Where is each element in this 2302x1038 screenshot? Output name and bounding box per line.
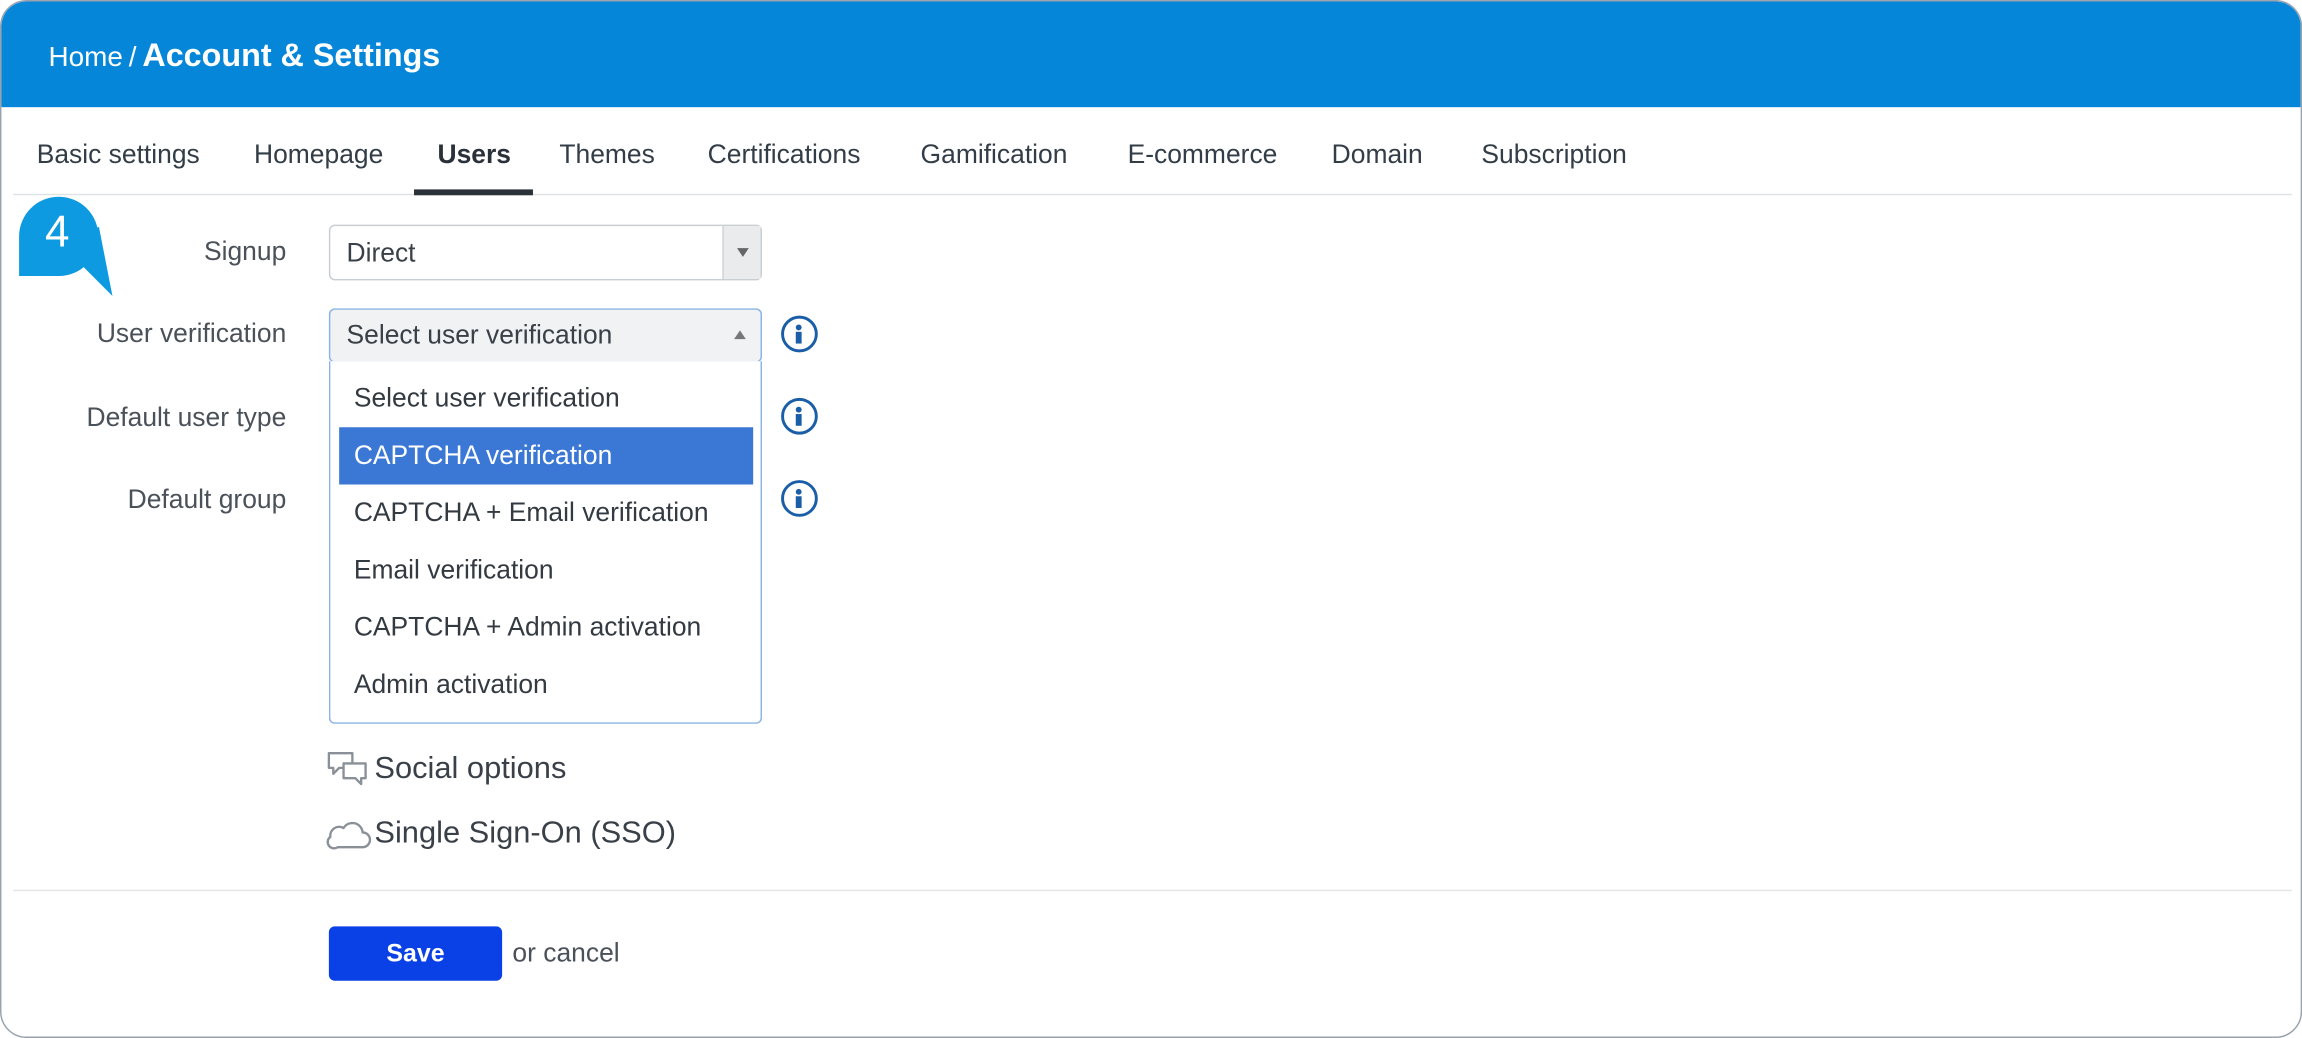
info-icon[interactable] [781, 315, 818, 353]
tab-subscription[interactable]: Subscription [1481, 107, 1626, 195]
breadcrumb-separator: / [128, 42, 137, 74]
dropdown-option[interactable]: CAPTCHA + Admin activation [339, 599, 753, 656]
user-verification-dropdown: Select user verification CAPTCHA verific… [328, 361, 762, 724]
user-verification-select-value: Select user verification [346, 320, 613, 350]
active-tab-indicator [414, 189, 533, 196]
signup-label: Signup [203, 236, 287, 266]
tab-certifications[interactable]: Certifications [708, 107, 861, 195]
dropdown-option[interactable]: Select user verification [339, 370, 753, 427]
dropdown-option[interactable]: CAPTCHA + Email verification [339, 485, 753, 542]
signup-select[interactable]: Direct [328, 224, 762, 281]
tab-gamification[interactable]: Gamification [921, 107, 1068, 195]
signup-select-value: Direct [346, 237, 416, 268]
tab-domain[interactable]: Domain [1332, 107, 1423, 195]
info-icon[interactable] [781, 397, 818, 435]
tab-homepage[interactable]: Homepage [254, 107, 383, 195]
settings-tabs: Basic settings Homepage Users Themes Cer… [13, 107, 2292, 196]
breadcrumb: Home / Account & Settings [48, 34, 440, 81]
tab-themes[interactable]: Themes [559, 107, 654, 195]
save-button[interactable]: Save [328, 926, 503, 981]
chat-bubbles-icon [327, 752, 367, 786]
sso-label: Single Sign-On (SSO) [374, 816, 676, 851]
dropdown-option[interactable]: Admin activation [339, 656, 753, 713]
tab-e-commerce[interactable]: E-commerce [1128, 107, 1278, 195]
dropdown-option[interactable]: Email verification [339, 542, 753, 599]
page-header: Home / Account & Settings [1, 1, 2301, 108]
cloud-icon [326, 821, 372, 850]
page-title: Account & Settings [142, 36, 441, 74]
settings-window: Home / Account & Settings Basic settings H… [0, 0, 2302, 1038]
breadcrumb-home-link[interactable]: Home [48, 43, 122, 74]
info-icon[interactable] [781, 480, 818, 517]
default-user-type-label: Default user type [86, 402, 287, 432]
cancel-link[interactable]: or cancel [512, 935, 619, 970]
user-verification-label: User verification [96, 318, 287, 348]
tab-basic-settings[interactable]: Basic settings [37, 107, 200, 195]
social-options-label: Social options [374, 751, 567, 786]
default-group-label: Default group [127, 484, 287, 514]
tab-users[interactable]: Users [438, 107, 511, 195]
chevron-down-icon [722, 226, 761, 279]
caret-up-icon [734, 330, 746, 340]
divider [13, 889, 2292, 892]
user-verification-select[interactable]: Select user verification [328, 308, 762, 363]
step-badge-number: 4 [45, 208, 70, 257]
dropdown-option-highlighted[interactable]: CAPTCHA verification [339, 427, 754, 485]
